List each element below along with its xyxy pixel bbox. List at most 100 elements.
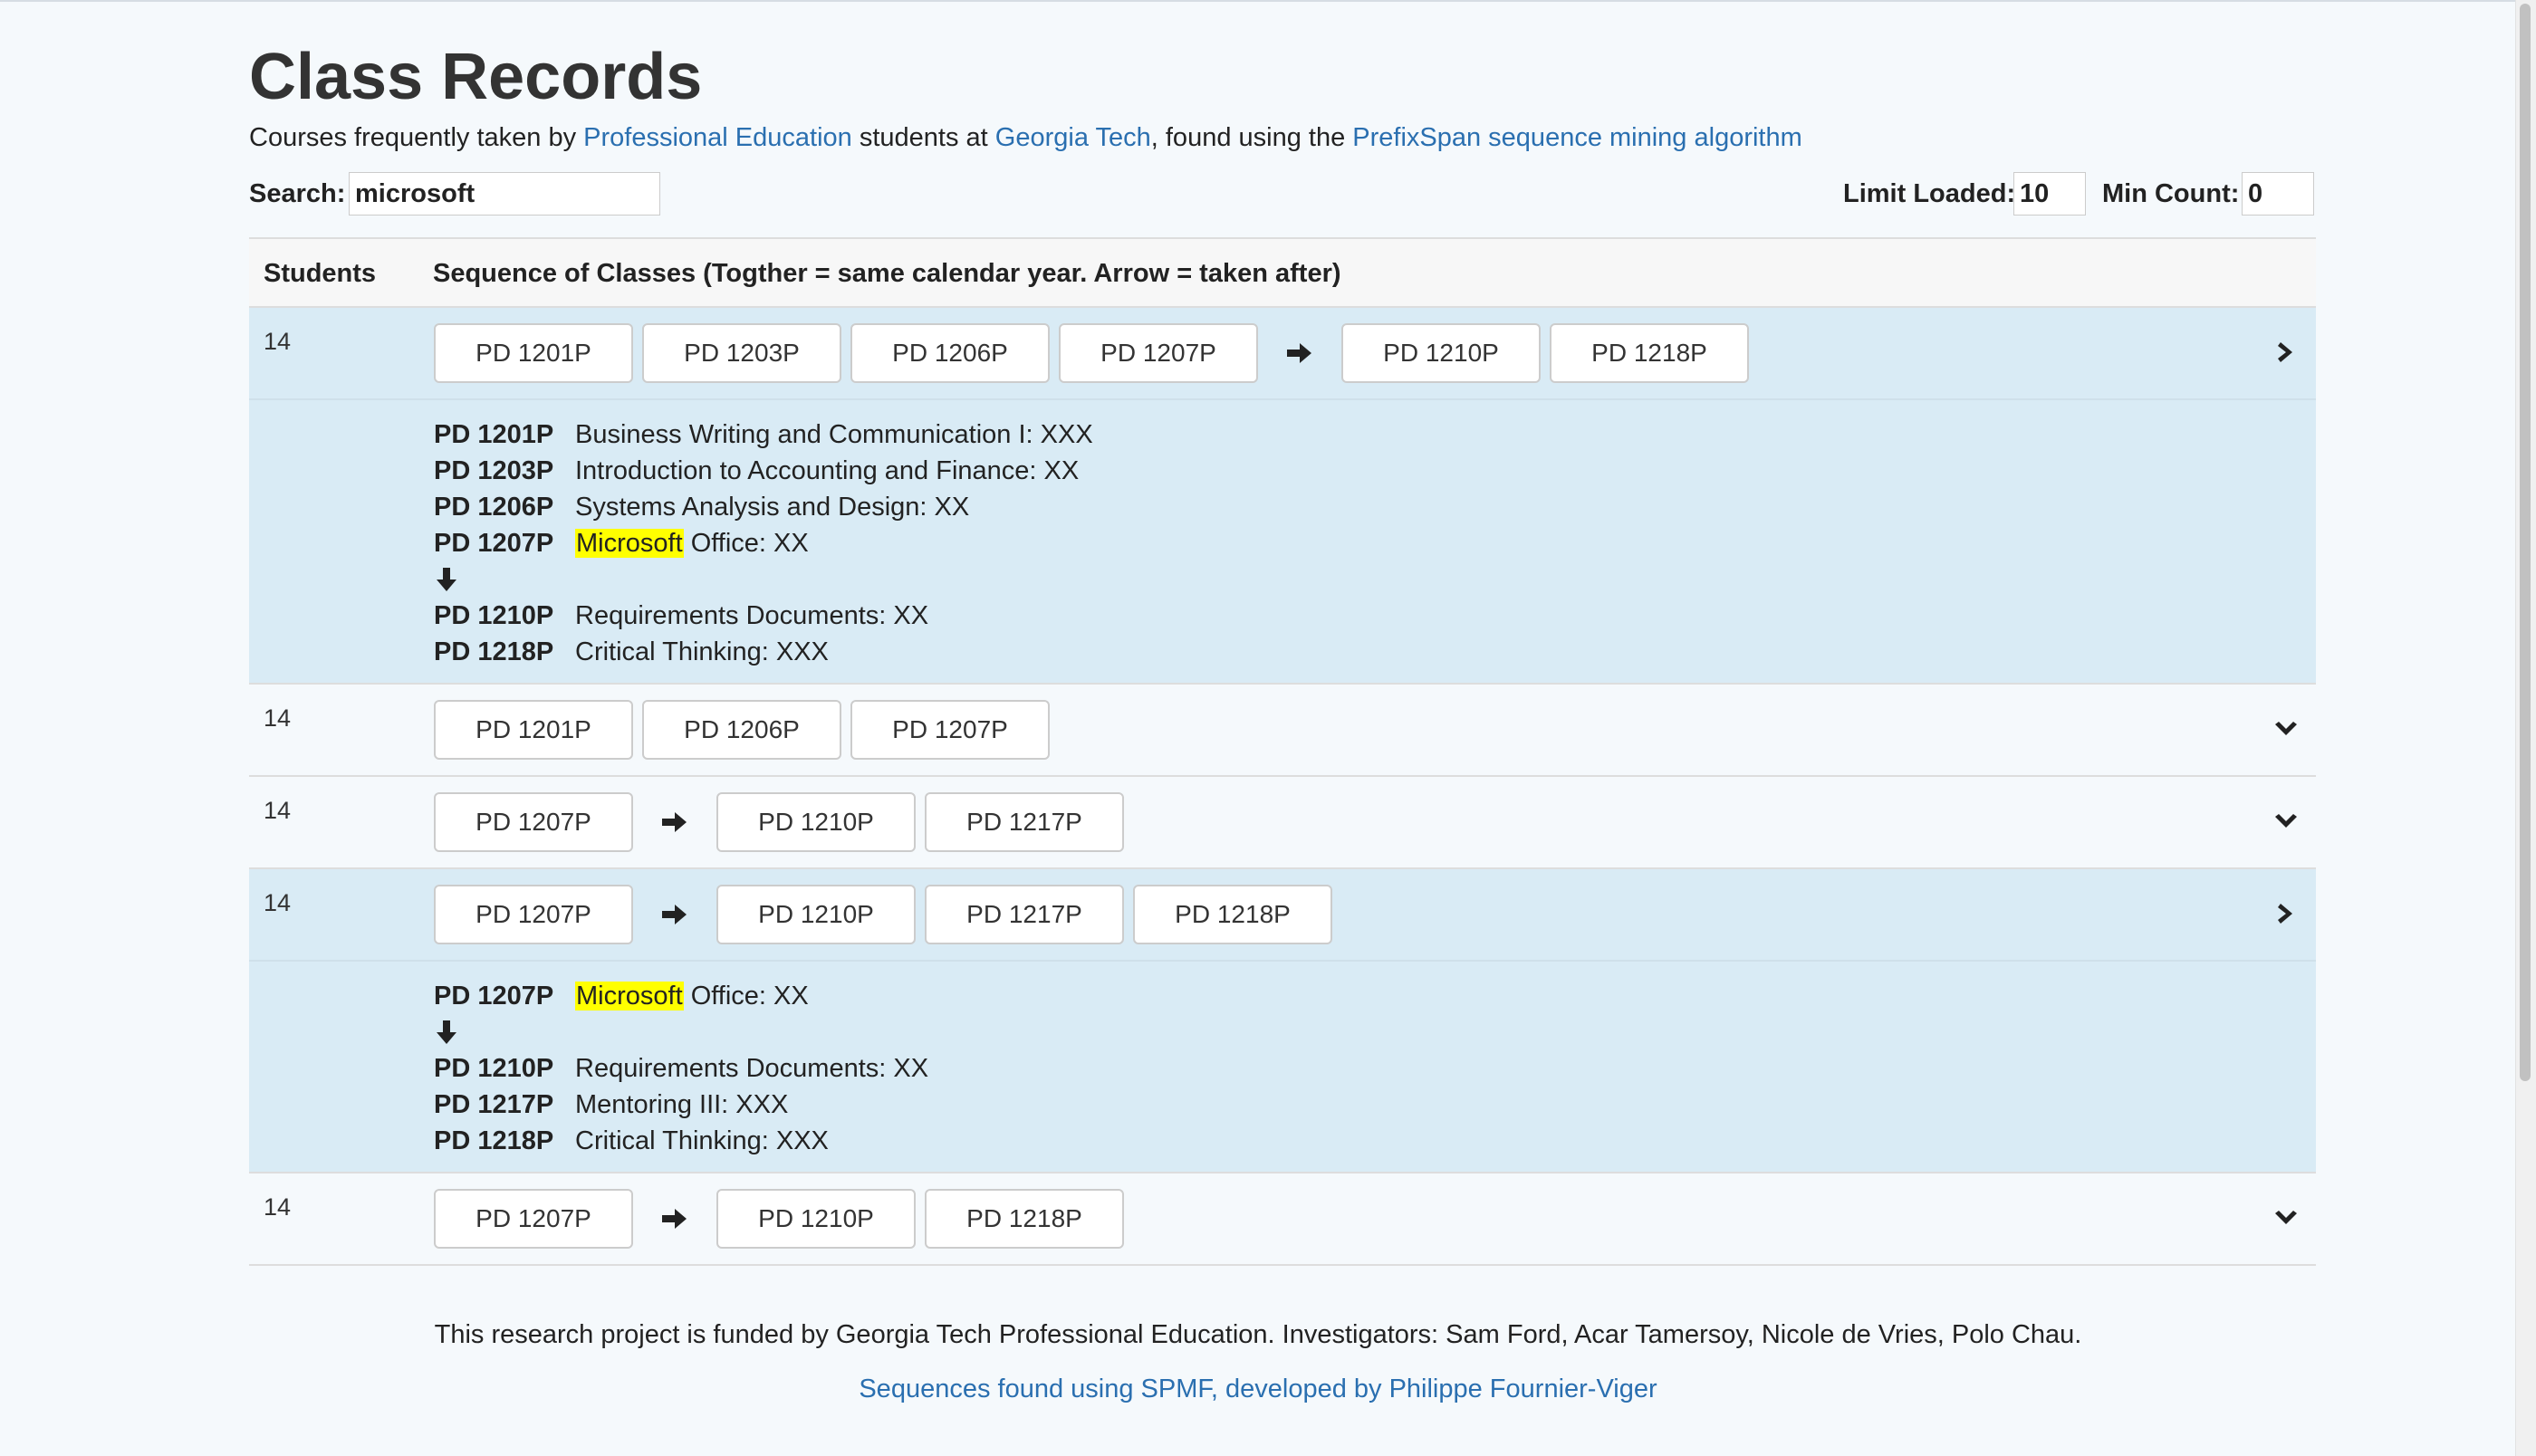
expand-toggle[interactable] xyxy=(2272,808,2300,835)
course-code: PD 1217P xyxy=(434,1089,554,1119)
course-name: Mentoring III: XXX xyxy=(575,1090,788,1120)
chevron-down-icon[interactable] xyxy=(2273,720,2299,738)
course-button[interactable]: PD 1210P xyxy=(716,792,916,852)
course-code: PD 1210P xyxy=(434,600,554,630)
table-row[interactable]: 14 PD 1201P PD 1206P PD 1207P xyxy=(249,685,2316,777)
professional-education-link[interactable]: Professional Education xyxy=(583,123,852,152)
course-title-text: Business Writing and Communication I: XX… xyxy=(575,419,1093,449)
course-button[interactable]: PD 1218P xyxy=(1133,885,1332,944)
class-sequence: PD 1201P PD 1203P PD 1206P PD 1207P PD 1210P… xyxy=(434,322,1758,384)
arrow-down-icon xyxy=(436,567,457,592)
course-name: Requirements Documents: XX xyxy=(575,601,928,631)
course-code: PD 1218P xyxy=(434,1126,554,1155)
page-subtitle: Courses frequently taken by Professional… xyxy=(249,123,1802,153)
table-row[interactable]: 14 PD 1207P PD 1210P PD 1217P xyxy=(249,777,2316,869)
course-title-text: Office: XX xyxy=(683,981,809,1011)
prefixspan-link[interactable]: PrefixSpan sequence mining algorithm xyxy=(1352,123,1802,152)
course-button[interactable]: PD 1207P xyxy=(1059,323,1258,383)
subtitle-text: students at xyxy=(851,123,995,152)
class-sequence: PD 1207P PD 1210P PD 1217P PD 1218P xyxy=(434,884,1341,945)
chevron-right-icon[interactable] xyxy=(2276,901,2296,926)
students-column-header: Students xyxy=(264,259,377,288)
course-button[interactable]: PD 1201P xyxy=(434,323,633,383)
vertical-scrollbar[interactable] xyxy=(2515,0,2536,1456)
table-row[interactable]: 14 PD 1207P PD 1210P PD 1218P xyxy=(249,1173,2316,1266)
course-detail: PD 1206P Systems Analysis and Design: XX xyxy=(434,489,2316,525)
min-count-input[interactable] xyxy=(2242,172,2314,216)
course-button[interactable]: PD 1207P xyxy=(850,700,1050,760)
course-code: PD 1201P xyxy=(434,419,554,449)
row-summary[interactable]: 14 PD 1207P PD 1210P PD 1217P PD 1218P xyxy=(249,869,2316,960)
limit-loaded-label: Limit Loaded: xyxy=(1843,179,2016,208)
course-button[interactable]: PD 1203P xyxy=(642,323,841,383)
search-input[interactable] xyxy=(349,172,660,216)
course-code: PD 1206P xyxy=(434,492,554,522)
course-button[interactable]: PD 1217P xyxy=(925,792,1124,852)
class-records-table: Students Sequence of Classes (Togther = … xyxy=(249,237,2316,1280)
student-count: 14 xyxy=(264,889,292,916)
course-detail: PD 1203P Introduction to Accounting and F… xyxy=(434,453,2316,489)
table-row[interactable]: 14 PD 1201P PD 1203P PD 1206P PD 1207P PD 121… xyxy=(249,308,2316,685)
course-button[interactable]: PD 1207P xyxy=(434,885,633,944)
expand-toggle[interactable] xyxy=(2272,1204,2300,1231)
table-row[interactable]: 14 PD 1207P PD 1210P PD 1217P PD 1218P PD 120… xyxy=(249,869,2316,1173)
row-details: PD 1201P Business Writing and Communicati… xyxy=(249,398,2316,683)
row-summary[interactable]: 14 PD 1201P PD 1206P PD 1207P xyxy=(249,685,2316,775)
course-button[interactable]: PD 1207P xyxy=(434,792,633,852)
spmf-credit-link[interactable]: Sequences found using SPMF, developed by… xyxy=(0,1375,2516,1404)
course-code: PD 1218P xyxy=(434,637,554,666)
funding-note: This research project is funded by Georg… xyxy=(434,1320,2082,1349)
student-count: 14 xyxy=(264,328,292,355)
course-code: PD 1203P xyxy=(434,455,554,485)
search-highlight: Microsoft xyxy=(575,981,684,1011)
course-title-text: Requirements Documents: XX xyxy=(575,1053,929,1083)
table-row[interactable]: 14PD 1201PPD 1206PPD 1207PPD 1218P xyxy=(249,1266,2316,1280)
course-button[interactable]: PD 1210P xyxy=(716,1189,916,1249)
row-summary[interactable]: 14 PD 1201P PD 1203P PD 1206P PD 1207P PD 121… xyxy=(249,308,2316,398)
controls-bar: Search: Limit Loaded: Min Count: xyxy=(249,172,2316,217)
course-detail: PD 1210P Requirements Documents: XX xyxy=(434,1050,2316,1087)
min-count-label: Min Count: xyxy=(2102,179,2240,208)
chevron-down-icon[interactable] xyxy=(2273,812,2299,830)
scrollbar-thumb[interactable] xyxy=(2520,4,2531,1081)
row-summary[interactable]: 14PD 1201PPD 1206PPD 1207PPD 1218P xyxy=(249,1266,2316,1280)
arrow-right-icon xyxy=(660,903,687,926)
row-summary[interactable]: 14 PD 1207P PD 1210P PD 1217P xyxy=(249,777,2316,867)
course-name: Critical Thinking: XXX xyxy=(575,637,829,667)
expand-toggle[interactable] xyxy=(2272,715,2300,742)
detail-separator xyxy=(434,561,2316,598)
top-border xyxy=(0,0,2516,2)
limit-loaded-input[interactable] xyxy=(2013,172,2086,216)
course-name: Requirements Documents: XX xyxy=(575,1054,928,1084)
student-count: 14 xyxy=(264,1193,292,1221)
course-button[interactable]: PD 1217P xyxy=(925,885,1124,944)
course-button[interactable]: PD 1218P xyxy=(1550,323,1749,383)
course-name: Critical Thinking: XXX xyxy=(575,1126,829,1156)
course-button[interactable]: PD 1206P xyxy=(850,323,1050,383)
course-button[interactable]: PD 1207P xyxy=(434,1189,633,1249)
arrow-right-icon xyxy=(660,1207,687,1231)
arrow-down-icon xyxy=(436,1020,457,1045)
course-button[interactable]: PD 1218P xyxy=(925,1189,1124,1249)
course-name: Business Writing and Communication I: XX… xyxy=(575,420,1093,450)
course-name: Microsoft Office: XX xyxy=(575,981,809,1011)
page-title: Class Records xyxy=(249,41,703,113)
course-button[interactable]: PD 1210P xyxy=(1341,323,1541,383)
search-label: Search: xyxy=(249,179,346,208)
course-button[interactable]: PD 1201P xyxy=(434,700,633,760)
arrow-right-icon xyxy=(1285,341,1312,365)
sequence-column-header: Sequence of Classes (Togther = same cale… xyxy=(433,259,1341,288)
course-detail: PD 1218P Critical Thinking: XXX xyxy=(434,1123,2316,1159)
chevron-right-icon[interactable] xyxy=(2276,340,2296,365)
collapse-toggle[interactable] xyxy=(2272,339,2300,366)
subtitle-text: Courses frequently taken by xyxy=(249,123,584,152)
course-detail: PD 1218P Critical Thinking: XXX xyxy=(434,634,2316,670)
course-button[interactable]: PD 1210P xyxy=(716,885,916,944)
georgia-tech-link[interactable]: Georgia Tech xyxy=(995,123,1151,152)
collapse-toggle[interactable] xyxy=(2272,900,2300,927)
course-button[interactable]: PD 1206P xyxy=(642,700,841,760)
table-header: Students Sequence of Classes (Togther = … xyxy=(249,239,2316,308)
row-summary[interactable]: 14 PD 1207P PD 1210P PD 1218P xyxy=(249,1173,2316,1264)
class-sequence: PD 1207P PD 1210P PD 1218P xyxy=(434,1188,1133,1250)
chevron-down-icon[interactable] xyxy=(2273,1209,2299,1227)
